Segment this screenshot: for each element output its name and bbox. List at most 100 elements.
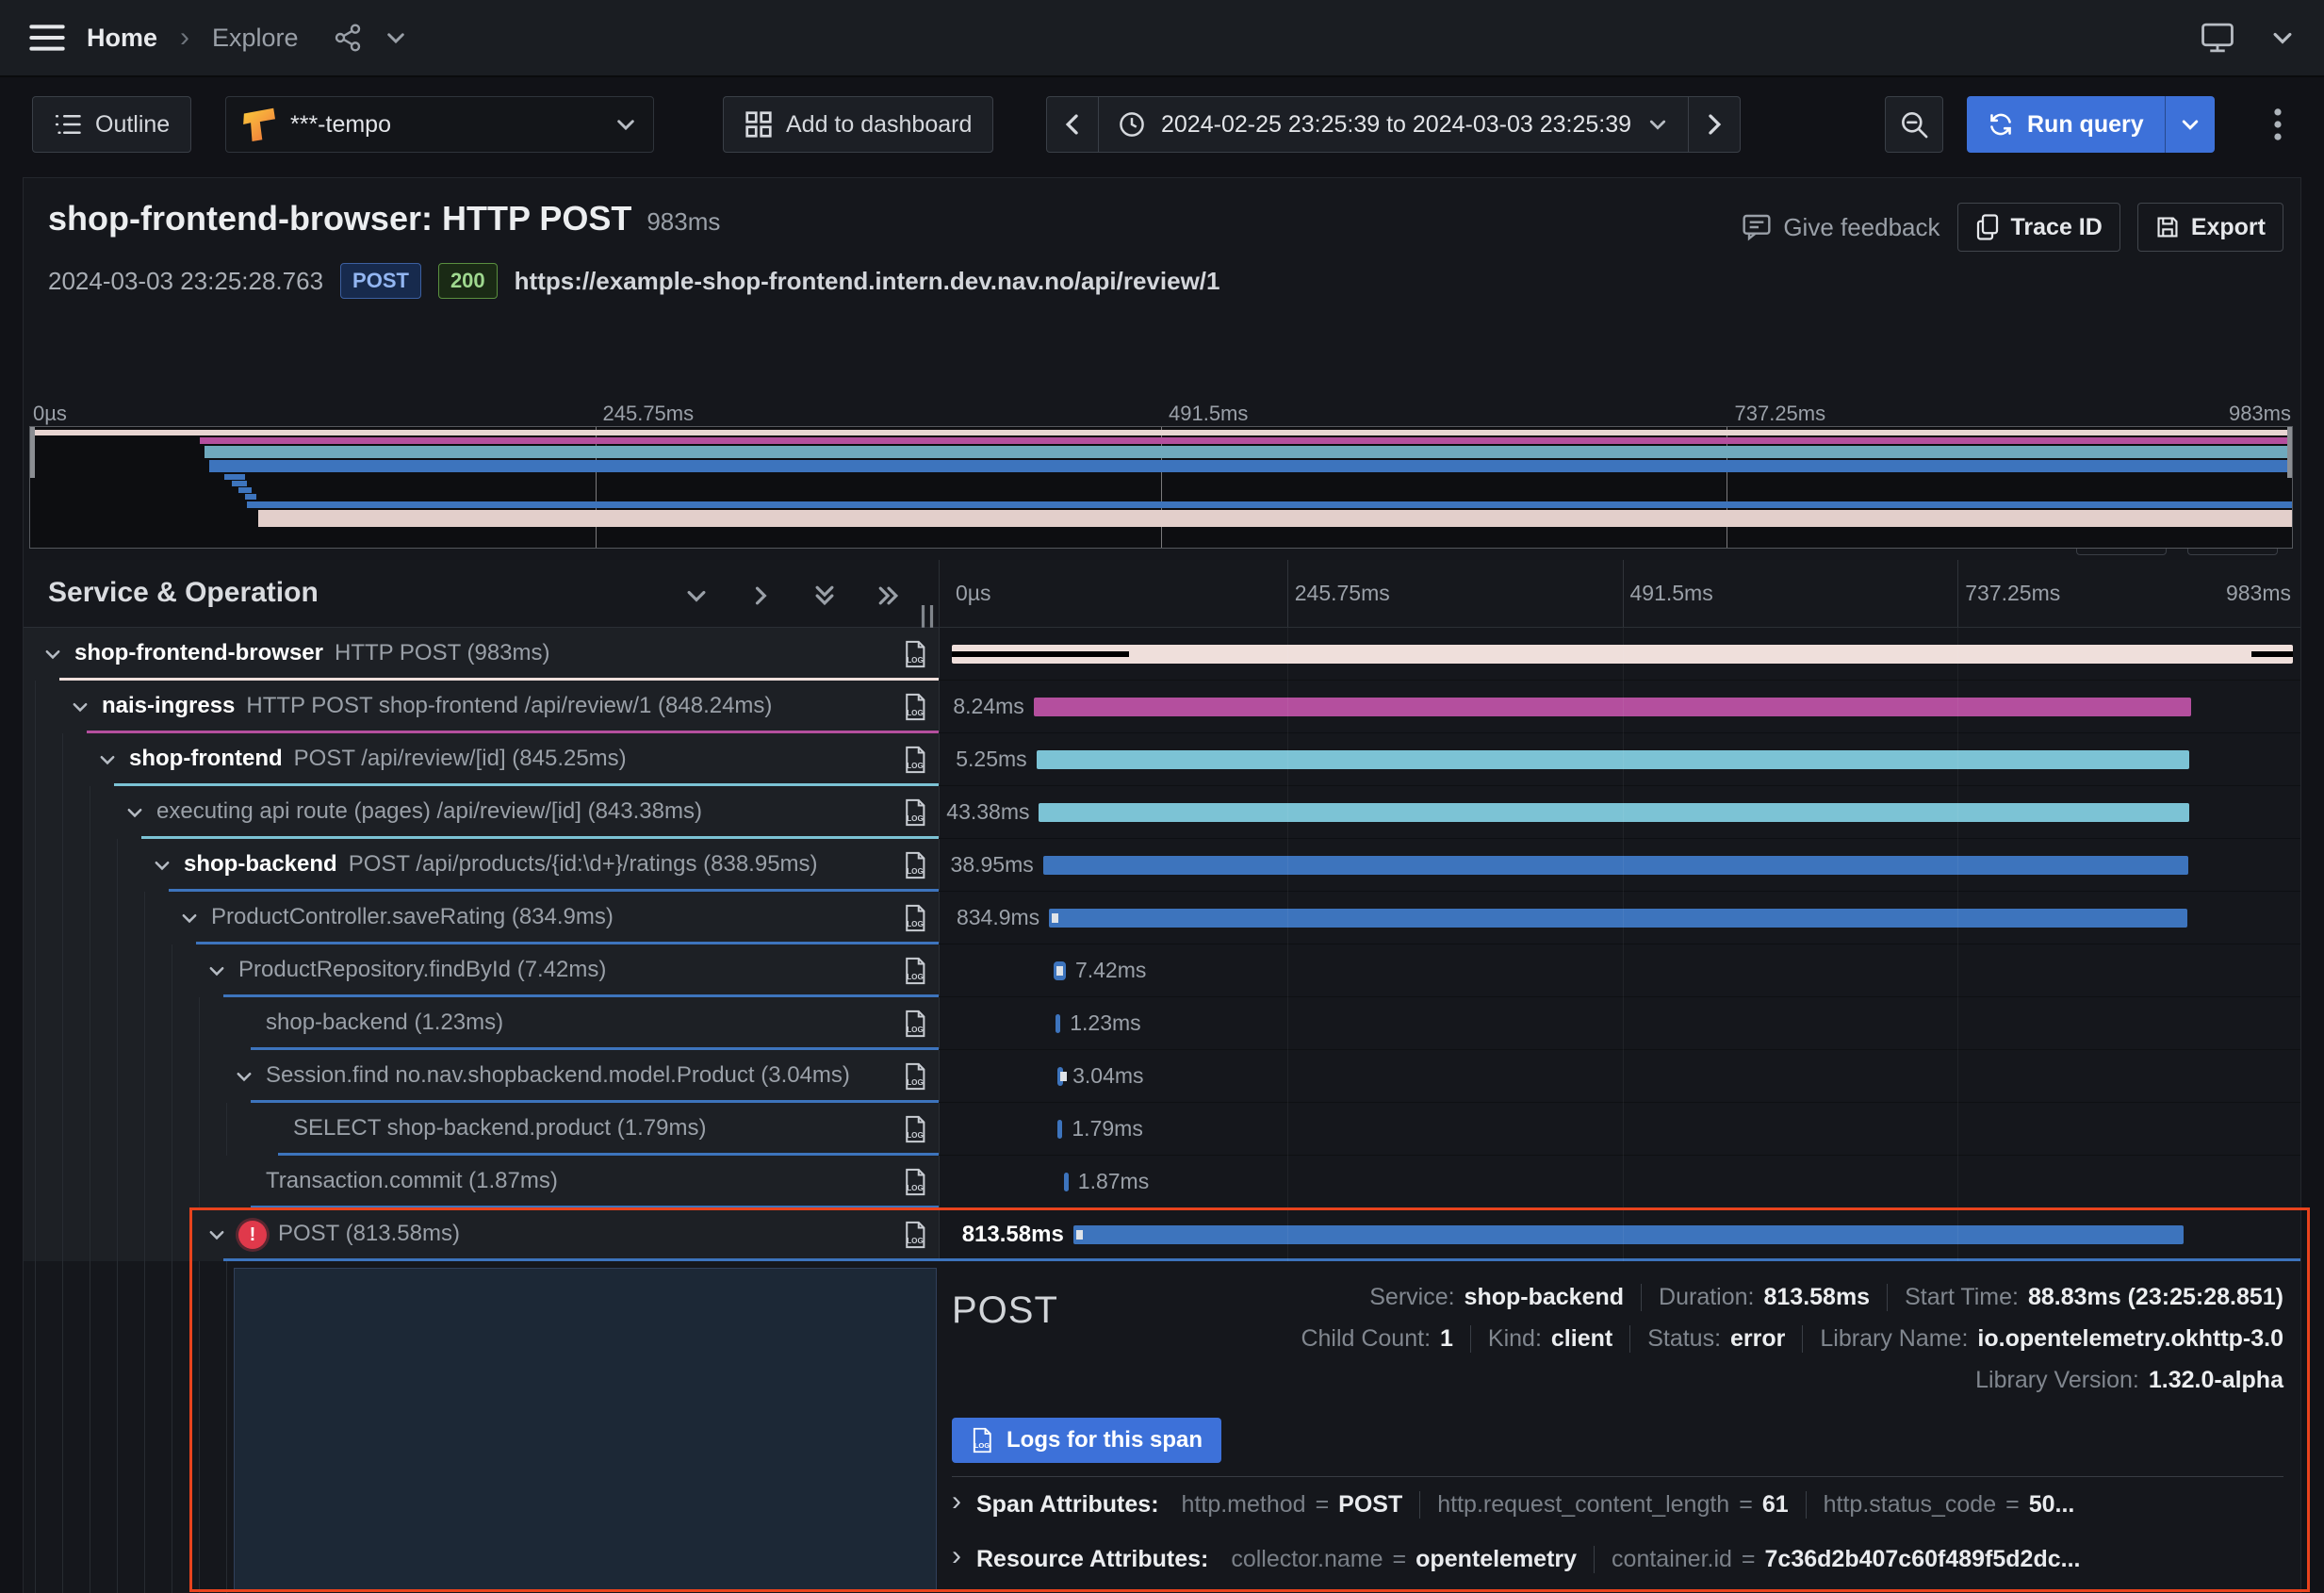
- zoom-out-button[interactable]: [1885, 96, 1943, 153]
- panel-resize-handle[interactable]: ||: [920, 601, 937, 629]
- collapse-one-icon[interactable]: [683, 583, 710, 609]
- log-icon[interactable]: LOG: [903, 957, 927, 985]
- indent-guide: [117, 1208, 118, 1261]
- share-icon[interactable]: [333, 23, 363, 53]
- log-icon[interactable]: LOG: [903, 798, 927, 827]
- give-feedback-button[interactable]: Give feedback: [1742, 213, 1939, 242]
- resource-attributes-row[interactable]: › Resource Attributes: collector.name=op…: [952, 1532, 2283, 1586]
- span-row-bar[interactable]: 1.87ms: [939, 1156, 2300, 1208]
- datasource-picker[interactable]: ***-tempo: [225, 96, 654, 153]
- minimap-left-handle[interactable]: [30, 427, 35, 478]
- span-bar[interactable]: [1043, 856, 2188, 875]
- span-row-bar[interactable]: 1.23ms: [939, 997, 2300, 1050]
- span-row-bar[interactable]: 43.38ms: [939, 786, 2300, 839]
- span-row-label[interactable]: nais-ingressHTTP POST shop-frontend /api…: [24, 681, 939, 733]
- span-row-bar[interactable]: 38.95ms: [939, 839, 2300, 892]
- span-row-bar[interactable]: 3.04ms: [939, 1050, 2300, 1103]
- span-row-bar[interactable]: 834.9ms: [939, 892, 2300, 944]
- timeline-tick: 491.5ms: [1169, 402, 1248, 426]
- span-row-label[interactable]: ProductController.saveRating (834.9ms)LO…: [24, 892, 939, 944]
- span-row-bar[interactable]: 8.24ms: [939, 681, 2300, 733]
- chevron-down-icon[interactable]: [2269, 25, 2296, 51]
- log-icon[interactable]: LOG: [903, 640, 927, 668]
- span-bar[interactable]: [1056, 1014, 1060, 1033]
- span-row-text: nais-ingressHTTP POST shop-frontend /api…: [102, 681, 888, 731]
- collapse-chevron-icon[interactable]: [234, 1066, 254, 1087]
- log-icon[interactable]: LOG: [903, 1168, 927, 1196]
- span-attributes-row[interactable]: › Span Attributes: http.method=POSThttp.…: [952, 1477, 2283, 1532]
- span-duration-label: 1.87ms: [1078, 1169, 1149, 1194]
- span-track: 834.9ms: [952, 892, 2293, 944]
- time-shift-back-button[interactable]: [1046, 96, 1099, 153]
- time-shift-forward-button[interactable]: [1688, 96, 1741, 153]
- span-row-label[interactable]: shop-frontendPOST /api/review/[id] (845.…: [24, 733, 939, 786]
- log-icon[interactable]: LOG: [903, 693, 927, 721]
- log-icon[interactable]: LOG: [903, 1062, 927, 1091]
- span-row-label[interactable]: shop-frontend-browserHTTP POST (983ms)LO…: [24, 628, 939, 681]
- span-bar[interactable]: [1034, 698, 2191, 716]
- span-bar[interactable]: [1057, 1120, 1062, 1139]
- span-row-bar[interactable]: 7.42ms: [939, 944, 2300, 997]
- method-badge: POST: [340, 263, 421, 299]
- add-to-dashboard-button[interactable]: Add to dashboard: [723, 96, 993, 153]
- span-bar[interactable]: [1064, 1173, 1069, 1191]
- timeline-tick: 983ms: [2226, 581, 2291, 606]
- expand-all-icon[interactable]: [876, 583, 902, 609]
- collapse-all-icon[interactable]: [811, 583, 838, 609]
- collapse-chevron-icon[interactable]: [97, 749, 118, 770]
- trace-id-button[interactable]: Trace ID: [1957, 203, 2120, 252]
- span-bar[interactable]: [1049, 909, 2187, 928]
- span-operation-name: HTTP POST shop-frontend /api/review/1 (8…: [246, 693, 772, 719]
- span-row-bar[interactable]: 813.58ms: [939, 1208, 2300, 1261]
- collapse-chevron-icon[interactable]: [206, 961, 227, 981]
- overview-item-label: Service:: [1369, 1284, 1454, 1311]
- collapse-chevron-icon[interactable]: [206, 1224, 227, 1245]
- log-icon[interactable]: LOG: [903, 1010, 927, 1038]
- span-row-label[interactable]: Transaction.commit (1.87ms)LOG: [24, 1156, 939, 1208]
- log-icon[interactable]: LOG: [903, 1115, 927, 1143]
- expand-one-icon[interactable]: [747, 583, 774, 609]
- attribute-key: http.status_code: [1824, 1491, 1996, 1519]
- run-query-dropdown-button[interactable]: [2165, 96, 2215, 153]
- time-range-button[interactable]: 2024-02-25 23:25:39 to 2024-03-03 23:25:…: [1098, 96, 1689, 153]
- span-row-label[interactable]: Session.find no.nav.shopbackend.model.Pr…: [24, 1050, 939, 1103]
- collapse-chevron-icon[interactable]: [152, 855, 172, 876]
- indent-guide: [35, 786, 36, 839]
- outline-button[interactable]: Outline: [32, 96, 191, 153]
- chevron-down-icon[interactable]: [384, 25, 408, 50]
- span-row-label[interactable]: shop-backend (1.23ms)LOG: [24, 997, 939, 1050]
- export-button[interactable]: Export: [2137, 203, 2283, 252]
- collapse-chevron-icon[interactable]: [179, 908, 200, 928]
- breadcrumb-home[interactable]: Home: [87, 24, 157, 53]
- kebab-menu-icon[interactable]: [2257, 104, 2299, 145]
- trace-minimap[interactable]: [29, 426, 2293, 549]
- span-row-bar[interactable]: [939, 628, 2300, 681]
- hamburger-icon[interactable]: [28, 22, 66, 54]
- svg-text:LOG: LOG: [907, 1026, 924, 1034]
- span-bar[interactable]: [1073, 1225, 2184, 1244]
- log-icon[interactable]: LOG: [903, 1221, 927, 1249]
- log-icon[interactable]: LOG: [903, 904, 927, 932]
- span-attributes-label: Span Attributes:: [976, 1491, 1159, 1519]
- collapse-chevron-icon[interactable]: [42, 644, 63, 665]
- breadcrumb-explore[interactable]: Explore: [212, 24, 299, 53]
- span-row-bar[interactable]: 5.25ms: [939, 733, 2300, 786]
- span-row-label[interactable]: !POST (813.58ms)LOG: [24, 1208, 939, 1261]
- span-row-label[interactable]: shop-backendPOST /api/products/{id:\d+}/…: [24, 839, 939, 892]
- span-row-label[interactable]: ProductRepository.findById (7.42ms)LOG: [24, 944, 939, 997]
- log-icon[interactable]: LOG: [903, 746, 927, 774]
- span-row-bar[interactable]: 1.79ms: [939, 1103, 2300, 1156]
- log-icon[interactable]: LOG: [903, 851, 927, 879]
- span-bar[interactable]: [1037, 750, 2190, 769]
- span-row-label[interactable]: SELECT shop-backend.product (1.79ms)LOG: [24, 1103, 939, 1156]
- span-bar[interactable]: [952, 645, 2293, 664]
- span-row-text: Session.find no.nav.shopbackend.model.Pr…: [266, 1050, 888, 1100]
- collapse-chevron-icon[interactable]: [70, 697, 90, 717]
- span-bar[interactable]: [1039, 803, 2189, 822]
- display-icon[interactable]: [2200, 22, 2235, 54]
- minimap-right-handle[interactable]: [2287, 427, 2292, 478]
- span-row-label[interactable]: executing api route (pages) /api/review/…: [24, 786, 939, 839]
- run-query-button[interactable]: Run query: [1967, 96, 2165, 153]
- logs-for-span-button[interactable]: LOG Logs for this span: [952, 1418, 1221, 1463]
- collapse-chevron-icon[interactable]: [124, 802, 145, 823]
